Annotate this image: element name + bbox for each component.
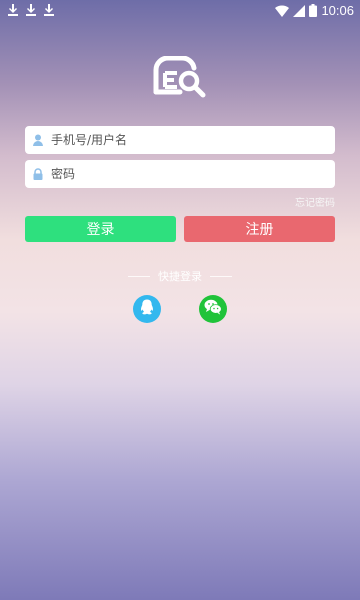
divider-line bbox=[210, 275, 232, 277]
login-button[interactable]: 登录 bbox=[25, 216, 176, 242]
wifi-icon bbox=[275, 4, 290, 17]
signal-icon bbox=[293, 4, 306, 17]
download-icon bbox=[26, 4, 36, 16]
password-input[interactable] bbox=[51, 160, 335, 188]
quick-login-label: 快捷登录 bbox=[158, 270, 202, 283]
user-icon bbox=[31, 133, 45, 147]
wechat-login-button[interactable] bbox=[199, 295, 227, 323]
forgot-password-link[interactable]: 忘记密码 bbox=[295, 194, 335, 209]
notification-icons bbox=[8, 4, 54, 16]
divider-line bbox=[128, 275, 150, 277]
wechat-icon bbox=[204, 299, 222, 319]
battery-icon bbox=[309, 4, 318, 17]
qq-login-button[interactable] bbox=[133, 295, 161, 323]
quick-login-divider: 快捷登录 bbox=[0, 268, 360, 284]
password-field[interactable] bbox=[25, 160, 335, 188]
lock-icon bbox=[31, 167, 45, 181]
download-icon bbox=[8, 4, 18, 16]
download-icon bbox=[44, 4, 54, 16]
qq-icon bbox=[139, 299, 155, 320]
clock: 10:06 bbox=[321, 3, 354, 18]
app-logo bbox=[152, 55, 210, 98]
status-bar: 10:06 bbox=[0, 0, 360, 22]
username-input[interactable] bbox=[51, 126, 335, 154]
register-button[interactable]: 注册 bbox=[184, 216, 335, 242]
username-field[interactable] bbox=[25, 126, 335, 154]
